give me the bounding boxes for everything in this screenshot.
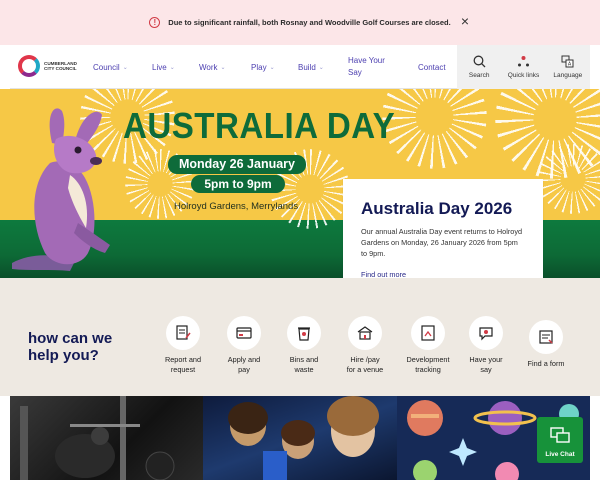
search-label: Search xyxy=(468,72,490,79)
alert-message: Due to significant rainfall, both Rosnay… xyxy=(168,18,451,27)
quick-link-label-1: Have your xyxy=(469,355,503,364)
quick-link-label-1: Apply and xyxy=(227,355,261,364)
nav-item-live[interactable]: Live ⌄ xyxy=(152,45,175,89)
quick-link-label-1: Bins and xyxy=(289,355,319,364)
cinema-image-tile[interactable] xyxy=(203,396,397,480)
nav-item-contact[interactable]: Contact xyxy=(418,45,446,89)
chevron-down-icon: ⌄ xyxy=(269,64,275,71)
header-tools: Search Quick links A Language xyxy=(457,45,590,89)
quick-link-label-2: pay xyxy=(238,364,250,374)
quick-link-find-form[interactable]: Find a form xyxy=(515,320,577,369)
chevron-down-icon: ⌄ xyxy=(122,64,128,71)
gym-image xyxy=(20,396,175,480)
gym-image-tile[interactable] xyxy=(10,396,203,480)
language-icon: A xyxy=(561,55,574,68)
bin-icon xyxy=(287,316,321,350)
quick-link-label-2: request xyxy=(170,364,196,374)
quick-link-hire-venue[interactable]: Hire /pay for a venue xyxy=(334,316,396,374)
quick-link-label-1: Development xyxy=(406,355,450,364)
nav-label: Play xyxy=(251,62,267,72)
hero-venue: Holroyd Gardens, Merrylands xyxy=(174,201,299,212)
feature-tiles xyxy=(10,396,590,480)
search-button[interactable]: Search xyxy=(457,45,501,89)
hero-title: AUSTRALIA DAY xyxy=(123,105,396,146)
quick-link-label-1: Report and xyxy=(164,355,202,364)
venue-icon xyxy=(348,316,382,350)
nav-label: Contact xyxy=(418,62,446,72)
quick-links-button[interactable]: Quick links xyxy=(501,45,545,89)
quick-link-label-1: Find a form xyxy=(527,359,565,368)
main-header: CUMBERLAND CITY COUNCIL Council ⌄ Live ⌄ W… xyxy=(10,45,590,89)
cinema-image xyxy=(228,396,379,480)
quick-link-label-2: tracking xyxy=(415,364,441,374)
quick-link-apply-pay[interactable]: Apply and pay xyxy=(213,316,275,374)
kangaroo-illustration xyxy=(12,108,110,271)
nav-item-council[interactable]: Council ⌄ xyxy=(93,45,128,89)
say-icon xyxy=(469,316,503,350)
apply-pay-icon xyxy=(227,316,261,350)
card-title: Australia Day 2026 xyxy=(361,199,513,218)
logo-mark-icon xyxy=(18,55,40,77)
help-heading: how can we help you? xyxy=(28,330,112,364)
search-icon xyxy=(473,55,486,68)
report-icon xyxy=(166,316,200,350)
quick-link-label-2: for a venue xyxy=(346,364,384,374)
live-chat-label: Live Chat xyxy=(545,451,575,458)
quick-link-have-your-say[interactable]: Have your say xyxy=(455,316,517,374)
alert-banner: ! Due to significant rainfall, both Rosn… xyxy=(0,0,600,45)
firework-decoration xyxy=(538,144,600,214)
quick-link-development-tracking[interactable]: Development tracking xyxy=(397,316,459,374)
help-heading-line1: how can we xyxy=(28,330,113,347)
quick-link-report-request[interactable]: Report and request xyxy=(152,316,214,374)
exclamation-circle-icon: ! xyxy=(149,17,161,28)
card-body: Our annual Australia Day event returns t… xyxy=(361,227,523,258)
form-icon xyxy=(529,320,563,354)
nav-item-work[interactable]: Work ⌄ xyxy=(199,45,226,89)
quick-links-label: Quick links xyxy=(507,72,540,79)
nav-item-play[interactable]: Play ⌄ xyxy=(251,45,275,89)
quick-links-icon xyxy=(517,56,529,67)
quick-link-label-2: say xyxy=(480,364,492,374)
language-button[interactable]: A Language xyxy=(546,45,590,89)
nav-label: Work xyxy=(199,62,218,72)
close-icon[interactable]: × xyxy=(458,14,472,28)
quick-link-label-1: Hire /pay xyxy=(350,355,380,364)
nav-label: Build xyxy=(298,62,316,72)
chevron-down-icon: ⌄ xyxy=(169,64,175,71)
nav-label: Council xyxy=(93,62,120,72)
quick-link-bins-waste[interactable]: Bins and waste xyxy=(273,316,335,374)
site-logo[interactable]: CUMBERLAND CITY COUNCIL xyxy=(18,55,88,77)
help-heading-line2: help you? xyxy=(28,347,99,364)
chevron-down-icon: ⌄ xyxy=(318,64,324,71)
hero-time: 5pm to 9pm xyxy=(191,175,285,193)
nav-label: Live xyxy=(152,62,167,72)
logo-text: CUMBERLAND CITY COUNCIL xyxy=(44,60,77,71)
quick-link-label-2: waste xyxy=(294,364,314,374)
chevron-down-icon: ⌄ xyxy=(220,64,226,71)
nav-item-build[interactable]: Build ⌄ xyxy=(298,45,324,89)
help-section: how can we help you? Report and request … xyxy=(0,278,600,396)
nav-item-have-your-say[interactable]: Have Your Say xyxy=(348,45,394,89)
nav-label: Have Your Say xyxy=(348,56,385,77)
development-icon xyxy=(411,316,445,350)
firework-decoration xyxy=(382,89,487,169)
language-label: Language xyxy=(553,72,583,79)
hero-date: Monday 26 January xyxy=(168,155,306,174)
live-chat-button[interactable]: Live Chat xyxy=(537,417,583,463)
chat-icon xyxy=(550,427,570,443)
